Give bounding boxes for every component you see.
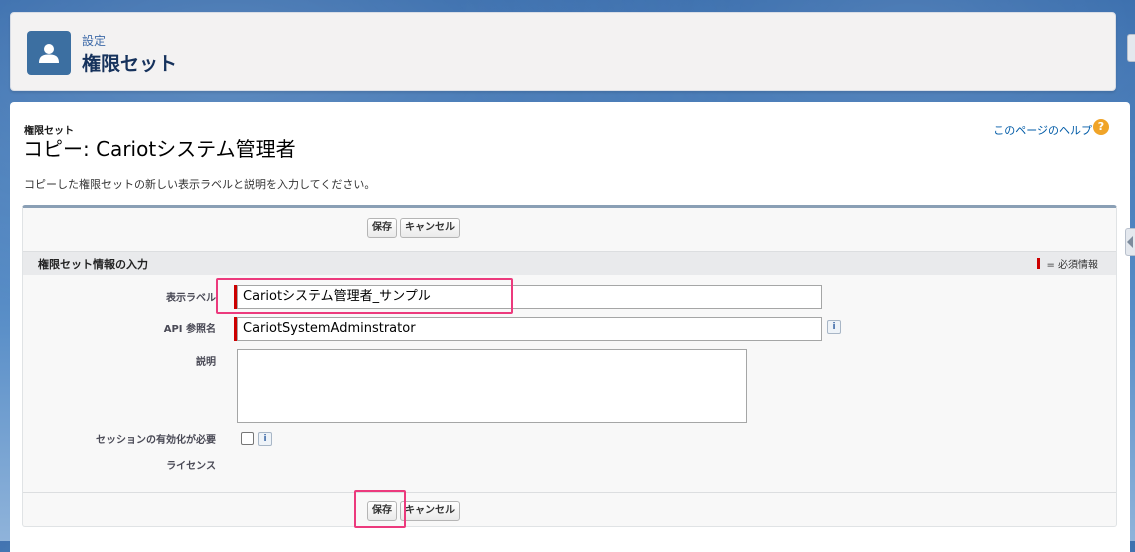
main-content: 権限セット コピー: Cariotシステム管理者 このページのヘルプ ? コピー… <box>10 102 1130 552</box>
side-panel-handle[interactable] <box>1127 34 1135 62</box>
label-field-label: 表示ラベル <box>166 293 216 304</box>
required-marker-icon <box>1037 258 1041 269</box>
description-field-label: 説明 <box>196 357 216 368</box>
section-title: 権限セット情報の入力 <box>38 258 148 271</box>
api-name-info-icon[interactable]: i <box>827 320 841 334</box>
description-textarea[interactable] <box>237 349 747 423</box>
save-highlight <box>354 490 406 528</box>
session-info-icon[interactable]: i <box>258 432 272 446</box>
label-highlight <box>216 278 513 314</box>
header-title: 権限セット <box>82 53 178 75</box>
session-required-checkbox[interactable] <box>241 432 254 445</box>
chevron-left-icon <box>1127 236 1133 248</box>
page-description: コピーした権限セットの新しい表示ラベルと説明を入力してください。 <box>24 178 376 191</box>
form-divider <box>23 492 1116 493</box>
session-required-label: セッションの有効化が必要 <box>96 435 216 446</box>
required-legend: = 必須情報 <box>1037 256 1098 271</box>
permission-set-form: 保存 キャンセル 権限セット情報の入力 = 必須情報 表示ラベル Cariotシ… <box>22 205 1117 528</box>
breadcrumb[interactable]: 設定 <box>82 32 106 49</box>
user-icon <box>27 31 71 75</box>
cancel-button-bottom[interactable]: キャンセル <box>400 501 460 521</box>
side-panel-toggle[interactable] <box>1125 228 1135 256</box>
license-label: ライセンス <box>166 461 216 472</box>
page-header: 設定 権限セット <box>10 12 1116 91</box>
cancel-button-top[interactable]: キャンセル <box>400 218 460 238</box>
help-icon[interactable]: ? <box>1093 119 1109 135</box>
required-legend-text: = 必須情報 <box>1046 260 1098 271</box>
help-link[interactable]: このページのヘルプ <box>993 122 1092 138</box>
section-header: 権限セット情報の入力 = 必須情報 <box>23 251 1116 275</box>
page-title: コピー: Cariotシステム管理者 <box>23 137 296 161</box>
api-name-input[interactable]: CariotSystemAdminstrator <box>237 317 822 341</box>
save-button-top[interactable]: 保存 <box>367 218 397 238</box>
api-name-field-label: API 参照名 <box>163 324 216 335</box>
